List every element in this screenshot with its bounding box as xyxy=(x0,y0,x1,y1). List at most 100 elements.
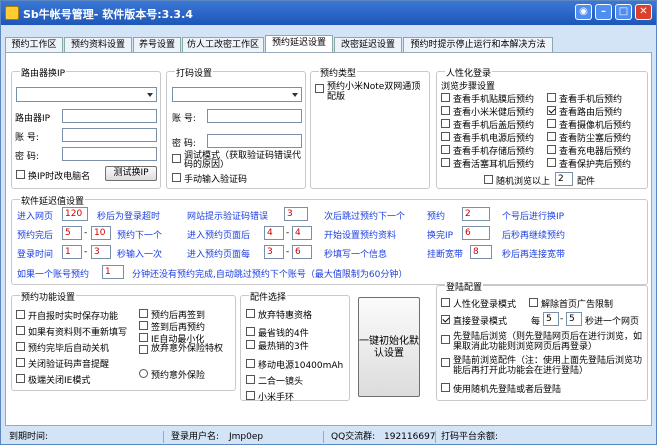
browse-before-login-checkbox[interactable] xyxy=(441,358,450,367)
browse-item-checkbox[interactable] xyxy=(441,132,450,141)
delay-r2-b: 预约下一个 xyxy=(117,231,163,241)
tab-booking-data[interactable]: 预约资料设置 xyxy=(64,37,132,52)
login-timeout-input[interactable]: 120 xyxy=(62,207,88,221)
browse-item-checkbox[interactable] xyxy=(547,145,556,154)
browse-item-label: 查看充电器后预约 xyxy=(559,147,632,157)
direct-login-checkbox[interactable] xyxy=(441,315,450,324)
function-right-checkbox[interactable] xyxy=(139,321,148,330)
router-select[interactable] xyxy=(16,87,157,102)
tab-booking-delay[interactable]: 预约延迟设置 xyxy=(265,35,333,52)
function-item-checkbox[interactable] xyxy=(16,326,25,335)
delay-r2-c: 进入预约页面后 xyxy=(187,231,251,241)
delay-r2-f: 后秒再继续预约 xyxy=(502,231,566,241)
fill-delay-max-input[interactable]: 6 xyxy=(292,245,312,259)
init-defaults-button[interactable]: 一键初始化默认设置 xyxy=(358,297,420,397)
browse-item-checkbox[interactable] xyxy=(441,158,450,167)
debug-mode-label: 调试模式（获取验证码错误代码的原因） xyxy=(184,151,302,170)
tab-stop-solution[interactable]: 预约时提示停止运行和本解决方法 xyxy=(403,37,553,52)
captcha-password-input[interactable] xyxy=(207,134,302,148)
function-item-checkbox[interactable] xyxy=(16,374,25,383)
tab-booking-work[interactable]: 预约工作区 xyxy=(5,37,63,52)
function-right-label: 预约意外保险 xyxy=(151,371,206,381)
browse-steps-label: 浏览步骤设置 xyxy=(441,82,496,92)
expire-label: 到期时间: xyxy=(9,432,49,442)
browse-item-checkbox[interactable] xyxy=(441,145,450,154)
delay-r2-e: 换完IP xyxy=(427,231,454,241)
maximize-button[interactable]: □ xyxy=(615,4,632,20)
function-right-checkbox[interactable] xyxy=(139,309,148,318)
captcha-account-input[interactable] xyxy=(207,109,302,123)
browse-item-checkbox[interactable] xyxy=(547,132,556,141)
random-browse-checkbox[interactable] xyxy=(484,175,493,184)
login-time-min-input[interactable]: 1 xyxy=(62,245,82,259)
humanize-login-checkbox[interactable] xyxy=(441,298,450,307)
cancel-ad-checkbox[interactable] xyxy=(529,298,538,307)
page-interval-max-input[interactable]: 5 xyxy=(566,312,582,326)
router-password-input[interactable] xyxy=(62,147,157,161)
after-booking-min-input[interactable]: 5 xyxy=(62,226,82,240)
note-booking-checkbox[interactable] xyxy=(315,84,324,93)
function-item-checkbox[interactable] xyxy=(16,358,25,367)
parts-item-checkbox[interactable] xyxy=(246,327,255,336)
test-ip-button[interactable]: 测试换IP xyxy=(105,166,157,181)
parts-item-checkbox[interactable] xyxy=(246,375,255,384)
delay-r3-d: 秒填写一个信息 xyxy=(324,250,388,260)
function-right-checkbox[interactable] xyxy=(139,333,148,342)
rename-pc-checkbox[interactable] xyxy=(16,170,25,179)
delay-r1-d: 次后跳过预约下一个 xyxy=(324,212,406,222)
close-button[interactable]: ✕ xyxy=(635,4,652,20)
tab-manual-password[interactable]: 仿人工改密工作区 xyxy=(182,37,264,52)
captcha-group-title: 打码设置 xyxy=(175,66,214,79)
after-ip-switch-input[interactable]: 6 xyxy=(462,226,490,240)
tab-account-care[interactable]: 养号设置 xyxy=(133,37,181,52)
parts-item-checkbox[interactable] xyxy=(246,309,255,318)
function-right-checkbox[interactable] xyxy=(139,345,148,354)
booking-type-title: 预约类型 xyxy=(319,66,358,79)
minimize-button[interactable]: – xyxy=(595,4,612,20)
page-delay-min-input[interactable]: 4 xyxy=(264,226,284,240)
browse-item-checkbox[interactable] xyxy=(441,106,450,115)
balance-label: 打码平台余额: xyxy=(441,432,499,442)
reconnect-delay-input[interactable]: 8 xyxy=(470,245,492,259)
ip-switch-count-input[interactable]: 2 xyxy=(462,207,490,221)
fill-delay-min-input[interactable]: 3 xyxy=(264,245,284,259)
random-login-checkbox[interactable] xyxy=(441,383,450,392)
browse-item-checkbox[interactable] xyxy=(547,106,556,115)
random-browse-unit: 配件 xyxy=(577,177,596,187)
skin-icon[interactable]: ◉ xyxy=(575,4,592,20)
browse-item-checkbox[interactable] xyxy=(547,158,556,167)
captcha-select[interactable] xyxy=(172,87,302,102)
parts-item-checkbox[interactable] xyxy=(246,359,255,368)
browse-item-label: 查看防尘塞后预约 xyxy=(559,134,632,144)
booking-type-group: 预约类型 预约小米Note双网通顶配版 xyxy=(310,66,430,189)
parts-item-checkbox[interactable] xyxy=(246,391,255,400)
insurance-radio[interactable] xyxy=(139,369,148,378)
parts-item-label: 最省钱的4件 xyxy=(258,329,309,339)
random-browse-count[interactable]: 2 xyxy=(555,172,573,186)
function-group-title: 预约功能设置 xyxy=(20,290,77,303)
browse-item-checkbox[interactable] xyxy=(547,93,556,102)
function-right-label: 放弃意外保险特权 xyxy=(151,344,224,354)
after-booking-max-input[interactable]: 10 xyxy=(91,226,111,240)
router-account-input[interactable] xyxy=(62,128,157,142)
router-ip-input[interactable] xyxy=(62,109,157,123)
browse-item-checkbox[interactable] xyxy=(547,119,556,128)
captcha-account-label: 账 号: xyxy=(172,114,196,124)
skip-minutes-input[interactable]: 1 xyxy=(102,265,124,279)
debug-mode-checkbox[interactable] xyxy=(172,154,181,163)
login-first-checkbox[interactable] xyxy=(441,335,450,344)
delay-group: 软件延迟值设置 进入网页 120 秒后为登录超时 网站提示验证码错误 3 次后跳… xyxy=(11,194,648,285)
tab-password-delay[interactable]: 改密延迟设置 xyxy=(334,37,402,52)
browse-item-checkbox[interactable] xyxy=(441,119,450,128)
login-time-max-input[interactable]: 3 xyxy=(91,245,111,259)
function-item-checkbox[interactable] xyxy=(16,310,25,319)
function-item-checkbox[interactable] xyxy=(16,342,25,351)
captcha-error-input[interactable]: 3 xyxy=(284,207,308,221)
user-label: 登录用户名: xyxy=(171,432,220,442)
parts-item-checkbox[interactable] xyxy=(246,340,255,349)
page-delay-max-input[interactable]: 4 xyxy=(292,226,312,240)
router-account-label: 账 号: xyxy=(15,133,39,143)
browse-item-checkbox[interactable] xyxy=(441,93,450,102)
manual-captcha-checkbox[interactable] xyxy=(172,173,181,182)
page-interval-min-input[interactable]: 5 xyxy=(543,312,559,326)
